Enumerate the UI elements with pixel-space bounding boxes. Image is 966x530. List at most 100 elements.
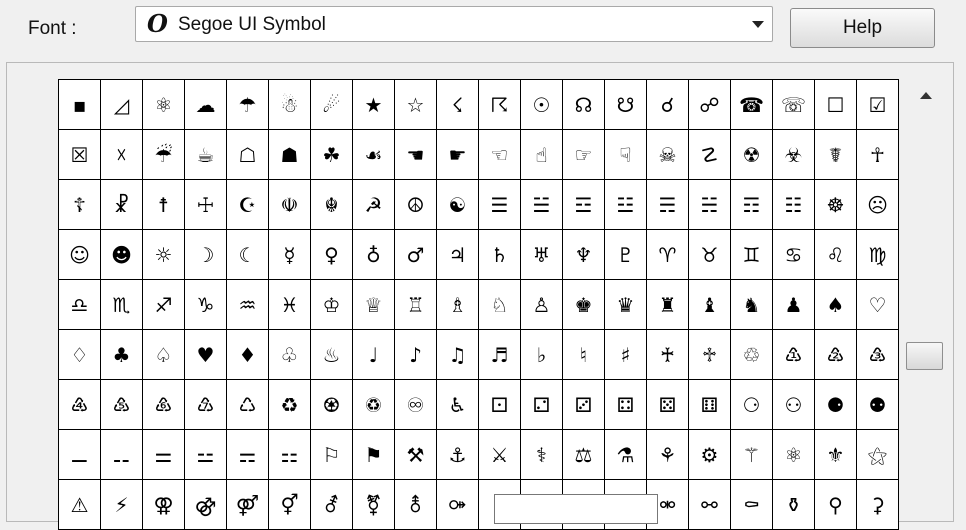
character-cell[interactable]: ⚜ — [815, 430, 857, 480]
character-cell[interactable]: ☦ — [59, 180, 101, 230]
character-cell[interactable]: ☍ — [689, 80, 731, 130]
character-cell[interactable]: ♏ — [101, 280, 143, 330]
character-cell[interactable]: ⚛ — [773, 430, 815, 480]
character-cell[interactable]: ♻ — [269, 380, 311, 430]
character-cell[interactable]: ♧ — [269, 330, 311, 380]
character-cell[interactable]: ☠ — [647, 130, 689, 180]
character-cell[interactable]: ♘ — [479, 280, 521, 330]
character-cell[interactable]: ♎ — [59, 280, 101, 330]
character-cell[interactable]: ♤ — [143, 330, 185, 380]
character-cell[interactable]: ♌ — [815, 230, 857, 280]
character-cell[interactable]: ♿ — [437, 380, 479, 430]
character-cell[interactable]: ♦ — [227, 330, 269, 380]
character-cell[interactable]: ☷ — [773, 180, 815, 230]
character-cell[interactable]: ☿ — [269, 230, 311, 280]
character-cell[interactable]: ⚇ — [773, 380, 815, 430]
character-cell[interactable]: ⚄ — [647, 380, 689, 430]
character-cell[interactable]: ⚑ — [353, 430, 395, 480]
character-cell[interactable]: ♃ — [437, 230, 479, 280]
character-cell[interactable]: ⚎ — [227, 430, 269, 480]
character-cell[interactable]: ⚍ — [185, 430, 227, 480]
character-cell[interactable]: ☋ — [605, 80, 647, 130]
character-cell[interactable]: ♠ — [815, 280, 857, 330]
character-cell[interactable]: ☑ — [857, 80, 899, 130]
character-cell[interactable]: ♝ — [689, 280, 731, 330]
character-cell[interactable]: ♋ — [773, 230, 815, 280]
character-cell[interactable]: ☸ — [815, 180, 857, 230]
character-cell[interactable]: ☐ — [815, 80, 857, 130]
character-cell[interactable]: ☻ — [101, 230, 143, 280]
character-cell[interactable]: ⚅ — [689, 380, 731, 430]
font-dropdown[interactable]: O Segoe UI Symbol — [135, 6, 773, 42]
character-cell[interactable]: ♥ — [185, 330, 227, 380]
character-cell[interactable]: ⚯ — [689, 480, 731, 530]
character-cell[interactable]: ☊ — [563, 80, 605, 130]
character-cell[interactable]: ⚂ — [563, 380, 605, 430]
character-cell[interactable]: ☡ — [689, 130, 731, 180]
character-cell[interactable]: ♨ — [311, 330, 353, 380]
character-cell[interactable]: ☏ — [773, 80, 815, 130]
character-cell[interactable]: ⚤ — [227, 480, 269, 530]
character-cell[interactable]: ⚦ — [311, 480, 353, 530]
character-cell[interactable]: ♽ — [353, 380, 395, 430]
character-cell[interactable]: ♂ — [395, 230, 437, 280]
character-cell[interactable]: ♇ — [605, 230, 647, 280]
character-cell[interactable]: ⚒ — [395, 430, 437, 480]
character-cell[interactable]: ☪ — [227, 180, 269, 230]
character-cell[interactable]: ♊ — [731, 230, 773, 280]
character-cell[interactable]: ☩ — [185, 180, 227, 230]
help-button[interactable]: Help — [790, 8, 935, 48]
chevron-down-icon[interactable] — [752, 21, 764, 28]
character-cell[interactable]: ♖ — [395, 280, 437, 330]
character-cell[interactable]: ☰ — [479, 180, 521, 230]
character-cell[interactable]: ⚧ — [353, 480, 395, 530]
character-cell[interactable]: ♒ — [227, 280, 269, 330]
character-cell[interactable]: ♍ — [857, 230, 899, 280]
character-cell[interactable]: ♸ — [143, 380, 185, 430]
character-cell[interactable]: ♀ — [311, 230, 353, 280]
character-cell[interactable]: ☈ — [479, 80, 521, 130]
character-cell[interactable]: ⚡ — [101, 480, 143, 530]
character-cell[interactable]: ♴ — [815, 330, 857, 380]
character-cell[interactable]: ☽ — [185, 230, 227, 280]
character-cell[interactable]: ☕ — [185, 130, 227, 180]
character-cell[interactable]: ♓ — [269, 280, 311, 330]
character-cell[interactable]: ⚆ — [731, 380, 773, 430]
character-cell[interactable]: ♵ — [857, 330, 899, 380]
character-cell[interactable]: ♾ — [395, 380, 437, 430]
character-cell[interactable]: ☼ — [143, 230, 185, 280]
character-cell[interactable]: ☨ — [143, 180, 185, 230]
character-cell[interactable]: ♳ — [773, 330, 815, 380]
character-cell[interactable]: ▪ — [59, 80, 101, 130]
character-cell[interactable]: ⚛ — [143, 80, 185, 130]
character-cell[interactable]: ♱ — [689, 330, 731, 380]
character-cell[interactable]: ☝ — [521, 130, 563, 180]
character-cell[interactable]: ♪ — [395, 330, 437, 380]
character-cell[interactable]: ☔ — [143, 130, 185, 180]
character-cell[interactable]: ☗ — [269, 130, 311, 180]
character-cell[interactable]: ⚓ — [437, 430, 479, 480]
character-cell[interactable]: ⚲ — [815, 480, 857, 530]
character-cell[interactable]: ⚗ — [605, 430, 647, 480]
character-cell[interactable]: ☛ — [437, 130, 479, 180]
character-cell[interactable]: ⚃ — [605, 380, 647, 430]
character-cell[interactable]: ☙ — [353, 130, 395, 180]
character-cell[interactable]: ♢ — [59, 330, 101, 380]
character-cell[interactable]: ⚙ — [689, 430, 731, 480]
character-cell[interactable]: ♐ — [143, 280, 185, 330]
character-cell[interactable]: ☾ — [227, 230, 269, 280]
character-cell[interactable]: ⚁ — [521, 380, 563, 430]
character-cell[interactable]: ⚐ — [311, 430, 353, 480]
character-cell[interactable]: ☟ — [605, 130, 647, 180]
character-cell[interactable]: ☣ — [773, 130, 815, 180]
character-cell[interactable]: ☚ — [395, 130, 437, 180]
character-cell[interactable]: ♰ — [647, 330, 689, 380]
character-cell[interactable]: ☒ — [59, 130, 101, 180]
character-cell[interactable]: ☯ — [437, 180, 479, 230]
character-cell[interactable]: ☲ — [563, 180, 605, 230]
character-cell[interactable]: ♡ — [857, 280, 899, 330]
character-cell[interactable]: ⚢ — [143, 480, 185, 530]
character-cell[interactable]: ⚚ — [731, 430, 773, 480]
character-cell[interactable]: ☬ — [311, 180, 353, 230]
character-cell[interactable]: ☴ — [647, 180, 689, 230]
